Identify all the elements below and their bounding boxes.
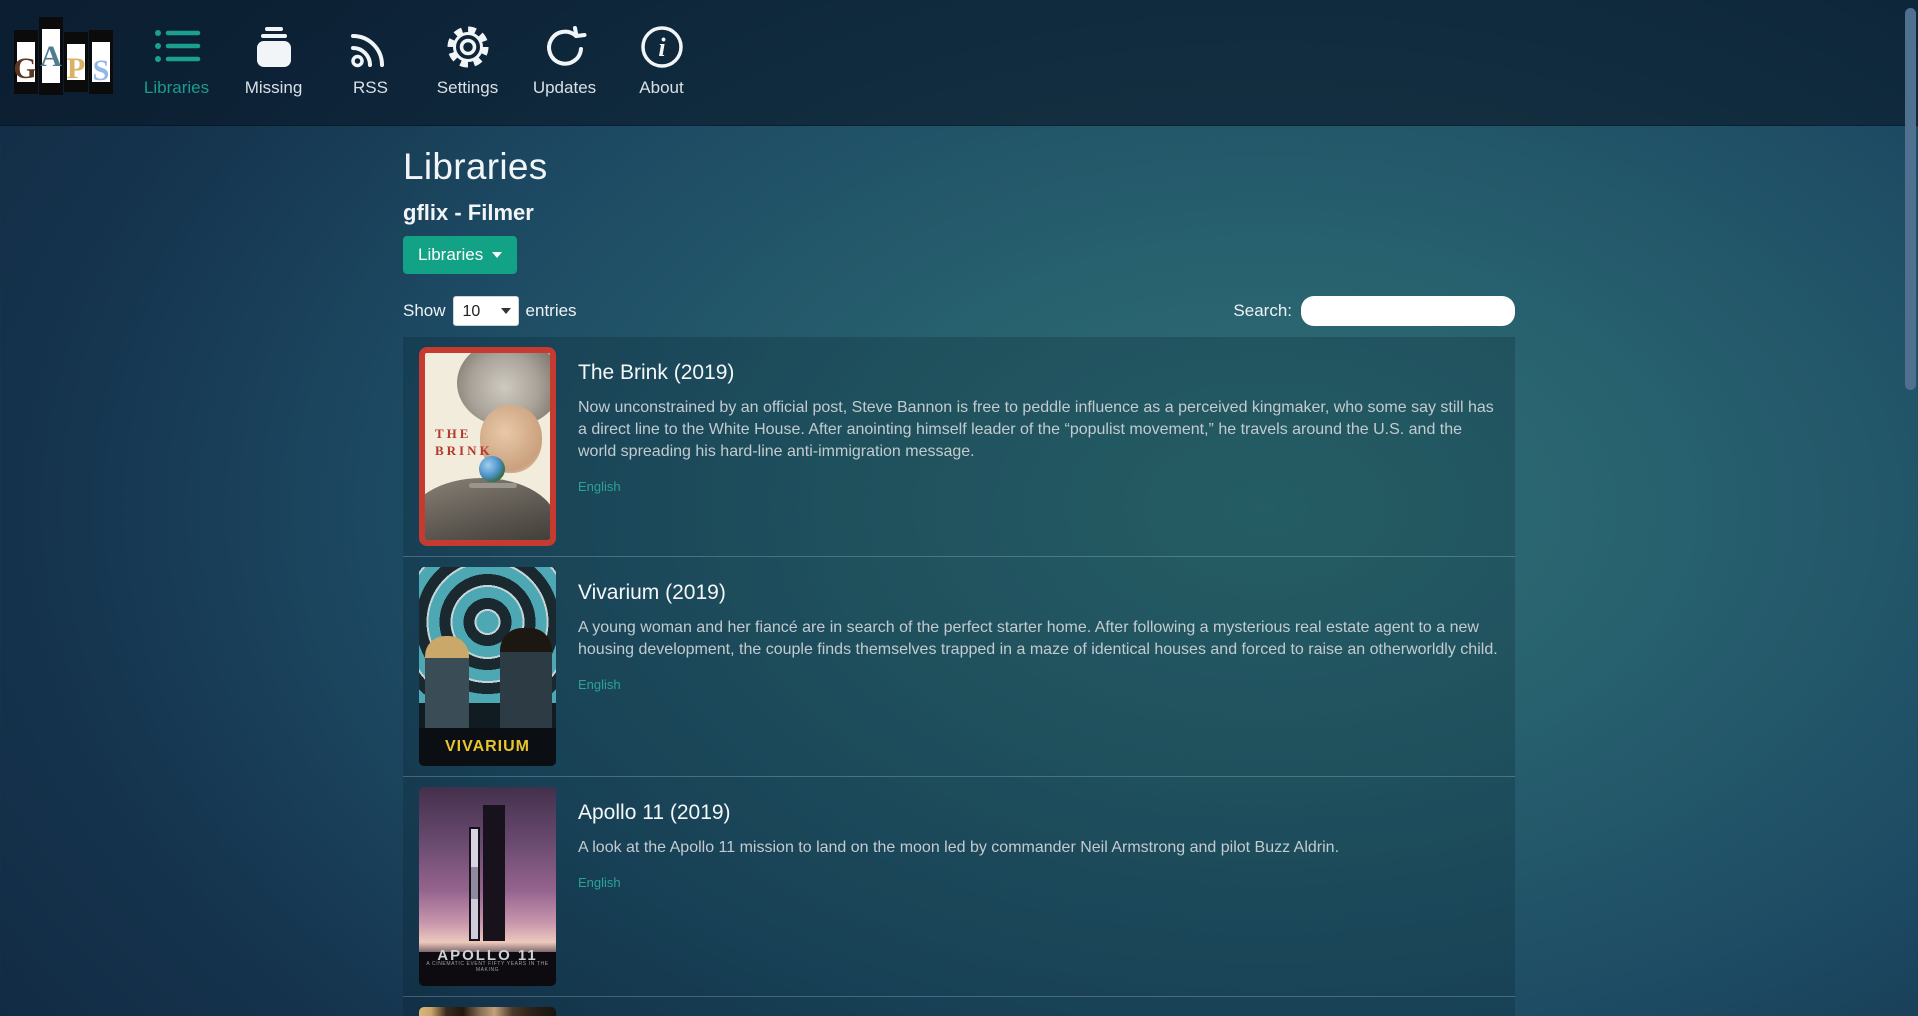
page-size-select-wrap: 10 — [453, 296, 519, 326]
libraries-dropdown-label: Libraries — [418, 245, 483, 265]
nav-label: Updates — [516, 78, 613, 98]
chevron-down-icon — [492, 252, 502, 258]
movie-poster-vivarium: VIVARIUM — [419, 567, 556, 766]
entries-label: entries — [526, 301, 577, 321]
movie-info: The Brink (2019) Now unconstrained by an… — [578, 347, 1499, 546]
poster-tagline-text: A CINEMATIC EVENT FIFTY YEARS IN THE MAK… — [419, 961, 556, 973]
search-label: Search: — [1233, 301, 1292, 321]
movie-overview: Now unconstrained by an official post, S… — [578, 397, 1498, 463]
search-input[interactable] — [1301, 296, 1515, 326]
movie-list: THE BRINK The Brink (2019) Now unconstra… — [403, 337, 1515, 1016]
movie-poster-apollo-11: APOLLO 11 A CINEMATIC EVENT FIFTY YEARS … — [419, 787, 556, 986]
movie-poster-the-brink: THE BRINK — [419, 347, 556, 546]
movie-title: Apollo 11 (2019) — [578, 801, 1499, 825]
list-icon — [128, 20, 225, 74]
rss-icon — [322, 20, 419, 74]
nav-label: Missing — [225, 78, 322, 98]
movie-card-vivarium[interactable]: VIVARIUM Vivarium (2019) A young woman a… — [403, 556, 1515, 776]
poster-art — [483, 805, 505, 941]
gaps-logo[interactable]: G A P S — [14, 14, 118, 110]
table-controls: Show 10 entries Search: — [403, 296, 1515, 326]
nav-label: Libraries — [128, 78, 225, 98]
movie-language: English — [578, 479, 1499, 494]
page-size-select[interactable]: 10 — [453, 296, 519, 326]
tray-stack-icon — [225, 20, 322, 74]
page-title: Libraries — [403, 146, 1515, 188]
movie-overview: A young woman and her fiancé are in sear… — [578, 617, 1498, 661]
movie-language: English — [578, 875, 1499, 890]
movie-card-the-brink[interactable]: THE BRINK The Brink (2019) Now unconstra… — [403, 337, 1515, 556]
logo-letter-a: A — [38, 42, 64, 72]
libraries-dropdown-button[interactable]: Libraries — [403, 236, 517, 274]
main-content: Libraries gflix - Filmer Libraries Show … — [403, 146, 1515, 1016]
poster-art — [469, 483, 517, 488]
show-label: Show — [403, 301, 446, 321]
nav-item-missing[interactable]: Missing — [225, 0, 322, 98]
refresh-icon — [516, 20, 613, 74]
page-size-control: Show 10 entries — [403, 296, 577, 326]
nav-label: Settings — [419, 78, 516, 98]
logo-letter-p: P — [63, 54, 89, 84]
movie-info: Apollo 11 (2019) A look at the Apollo 11… — [578, 787, 1499, 986]
search-control: Search: — [1233, 296, 1515, 326]
poster-art — [425, 636, 469, 732]
movie-poster-partial — [419, 1007, 556, 1016]
main-nav: Libraries Missing RSS — [128, 0, 710, 98]
poster-art — [419, 478, 556, 546]
movie-info — [578, 1007, 1499, 1016]
nav-item-settings[interactable]: Settings — [419, 0, 516, 98]
poster-art — [479, 456, 505, 482]
top-navbar: G A P S Libraries — [0, 0, 1918, 126]
nav-item-updates[interactable]: Updates — [516, 0, 613, 98]
nav-label: RSS — [322, 78, 419, 98]
nav-item-about[interactable]: i About — [613, 0, 710, 98]
movie-language: English — [578, 677, 1499, 692]
movie-title: Vivarium (2019) — [578, 581, 1499, 605]
logo-letter-s: S — [88, 56, 114, 86]
poster-art — [469, 827, 480, 941]
poster-art — [500, 628, 552, 732]
page-scrollbar-thumb[interactable] — [1905, 8, 1916, 390]
page-scrollbar-track[interactable] — [1902, 0, 1918, 1016]
library-name-subtitle: gflix - Filmer — [403, 200, 1515, 226]
info-icon: i — [613, 20, 710, 74]
gear-icon — [419, 20, 516, 74]
svg-text:i: i — [658, 33, 666, 62]
nav-label: About — [613, 78, 710, 98]
movie-card-partial[interactable] — [403, 996, 1515, 1016]
poster-title-text: THE BRINK — [435, 425, 493, 459]
poster-title-text: VIVARIUM — [419, 738, 556, 756]
movie-info: Vivarium (2019) A young woman and her fi… — [578, 567, 1499, 766]
movie-card-apollo-11[interactable]: APOLLO 11 A CINEMATIC EVENT FIFTY YEARS … — [403, 776, 1515, 996]
movie-title: The Brink (2019) — [578, 361, 1499, 385]
movie-overview: A look at the Apollo 11 mission to land … — [578, 837, 1498, 859]
logo-letter-g: G — [12, 54, 38, 84]
nav-item-libraries[interactable]: Libraries — [128, 0, 225, 98]
nav-item-rss[interactable]: RSS — [322, 0, 419, 98]
